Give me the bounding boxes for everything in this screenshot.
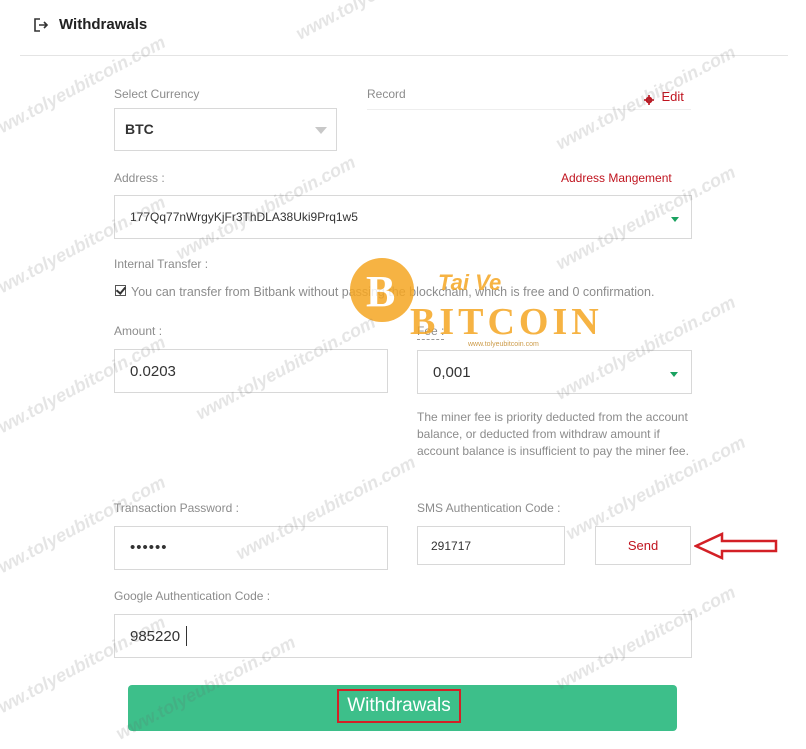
internal-transfer-label: Internal Transfer : — [114, 257, 209, 271]
select-currency-label: Select Currency — [114, 87, 200, 101]
amount-value: 0.0203 — [130, 363, 176, 380]
checkmark-icon — [115, 284, 127, 295]
watermark-logo-main: BITCOIN — [410, 301, 603, 343]
withdrawals-submit-label: Withdrawals — [337, 689, 461, 723]
record-label: Record — [367, 87, 406, 101]
google-code-input[interactable]: 985220 — [114, 614, 692, 658]
svg-text:www.tolyeubitcoin.com: www.tolyeubitcoin.com — [292, 0, 478, 44]
password-value: •••••• — [130, 539, 168, 556]
chevron-down-icon — [670, 372, 678, 377]
address-label: Address : — [114, 171, 165, 185]
address-management-link[interactable]: Address Mangement — [561, 170, 672, 186]
text-cursor — [186, 626, 187, 646]
sms-code-label: SMS Authentication Code : — [417, 501, 561, 515]
watermark-logo: B Tai Ve BITCOIN www.tolyeubitcoin.com — [346, 238, 618, 354]
currency-value: BTC — [125, 121, 154, 137]
withdrawals-submit-button[interactable]: Withdrawals — [128, 685, 677, 731]
page-title: Withdrawals — [59, 16, 148, 33]
watermark-logo-url: www.tolyeubitcoin.com — [467, 341, 539, 348]
edit-label: Edit — [661, 89, 684, 104]
svg-text:B: B — [366, 267, 395, 316]
gear-icon — [644, 92, 654, 105]
google-code-value: 985220 — [130, 628, 181, 645]
chevron-down-icon — [671, 217, 679, 222]
send-button[interactable]: Send — [595, 526, 691, 565]
annotation-arrow-icon — [693, 532, 778, 560]
edit-button[interactable]: Edit — [644, 88, 684, 106]
header-divider — [20, 55, 788, 56]
address-value: 177Qq77nWrgyKjFr3ThDLA38Uki9Prq1w5 — [130, 210, 358, 224]
transaction-password-label: Transaction Password : — [114, 501, 239, 515]
record-divider — [367, 109, 691, 110]
amount-label: Amount : — [114, 324, 163, 338]
fee-note: The miner fee is priority deducted from … — [417, 410, 689, 458]
fee-select[interactable]: 0,001 — [417, 350, 692, 394]
chevron-down-icon — [315, 127, 327, 134]
logout-icon — [33, 17, 49, 33]
fee-value: 0,001 — [433, 364, 471, 381]
sms-code-input[interactable]: 291717 — [417, 526, 565, 565]
amount-input[interactable]: 0.0203 — [114, 349, 388, 393]
google-code-label: Google Authentication Code : — [114, 589, 271, 603]
currency-select[interactable]: BTC — [114, 108, 337, 151]
transaction-password-input[interactable]: •••••• — [114, 526, 388, 570]
internal-transfer-checkbox[interactable] — [115, 284, 127, 296]
sms-code-value: 291717 — [431, 539, 472, 553]
watermark-logo-sub: Tai Ve — [438, 270, 501, 295]
address-select[interactable]: 177Qq77nWrgyKjFr3ThDLA38Uki9Prq1w5 — [114, 195, 692, 239]
